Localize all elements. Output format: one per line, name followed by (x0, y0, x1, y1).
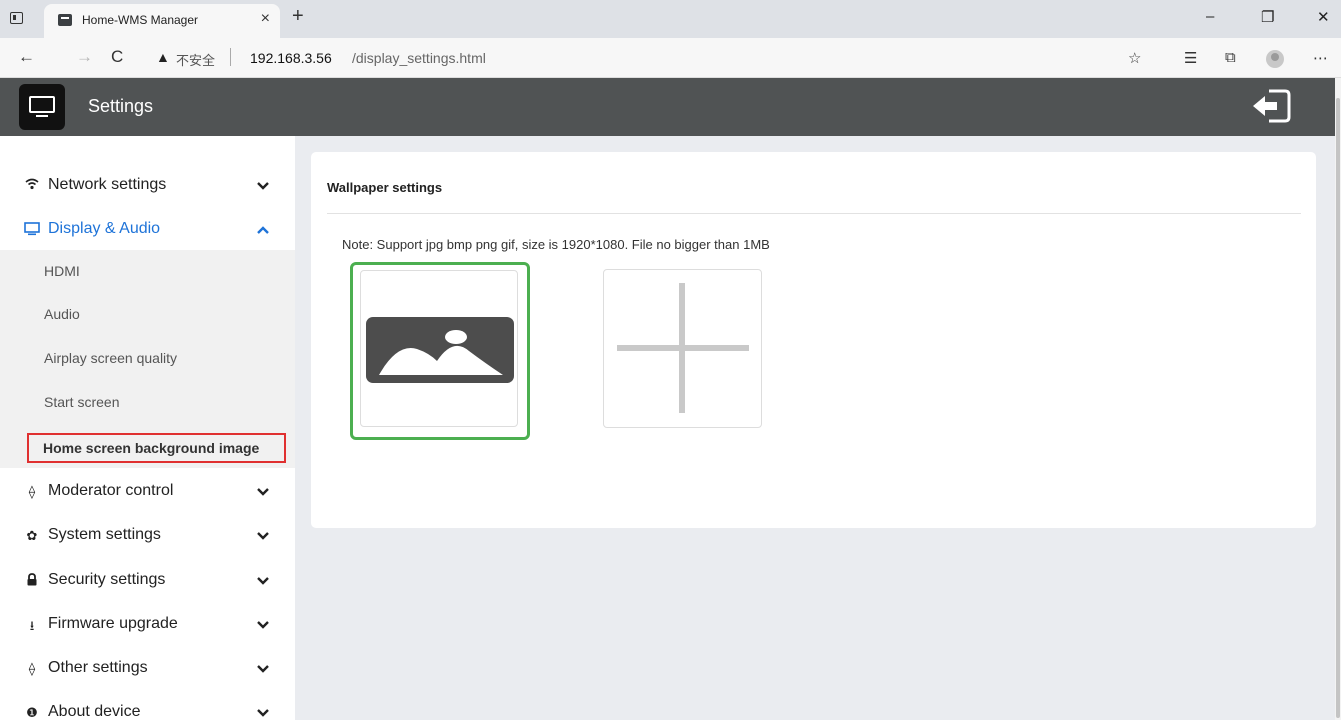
image-icon (360, 270, 518, 427)
screen-cast-icon (19, 84, 65, 130)
chevron-down-icon (257, 621, 269, 629)
profile-avatar[interactable] (1266, 50, 1284, 68)
sidebar-item-label: Network settings (48, 176, 167, 193)
add-wallpaper-button[interactable] (603, 269, 762, 428)
back-icon[interactable]: ← (18, 47, 35, 67)
divider (327, 213, 1301, 214)
sidebar-item-moderator-control[interactable]: ⟠ Moderator control (0, 477, 295, 507)
sidebar-item-label: Other settings (48, 659, 148, 676)
scrollbar-thumb[interactable] (1336, 98, 1340, 718)
chevron-down-icon (257, 665, 269, 673)
vertical-scrollbar[interactable] (1335, 78, 1341, 720)
app-header: Settings (0, 78, 1341, 136)
sidebar-item-label: System settings (48, 526, 161, 543)
sidebar-item-system-settings[interactable]: ✿ System settings (0, 521, 295, 551)
upload-icon: ⭳ (29, 618, 35, 633)
sidebar: Network settings Display & Audio HDMI Au… (0, 136, 295, 720)
chevron-up-icon (257, 226, 269, 234)
browser-tab-bar: Home-WMS Manager × + – ❐ ✕ (0, 0, 1341, 38)
tab-close-icon[interactable]: × (261, 10, 270, 28)
address-bar-row: ← → C ▲ 不安全 192.168.3.56 /display_settin… (0, 38, 1341, 78)
gear-icon: ✿ (26, 528, 38, 543)
warning-icon[interactable]: ▲ (156, 49, 170, 65)
submenu-item-label: Home screen background image (43, 440, 260, 456)
reload-icon[interactable]: C (111, 47, 123, 67)
insecure-label[interactable]: 不安全 (176, 50, 215, 69)
sidebar-item-other-settings[interactable]: ⟠ Other settings (0, 654, 295, 684)
collections-icon[interactable]: ⧉ (1225, 49, 1236, 66)
new-tab-button[interactable]: + (292, 6, 304, 26)
chevron-down-icon (257, 577, 269, 585)
card-title: Wallpaper settings (327, 180, 443, 195)
tab-actions-icon[interactable] (10, 12, 23, 24)
chevron-down-icon (257, 488, 269, 496)
info-icon: ❶ (26, 705, 38, 720)
restore-icon[interactable]: ❐ (1261, 8, 1274, 26)
sign-out-icon[interactable] (1251, 88, 1291, 124)
sidebar-item-security-settings[interactable]: Security settings (0, 566, 295, 596)
chevron-down-icon (257, 182, 269, 190)
sidebar-item-label: Display & Audio (48, 220, 161, 237)
upload-note: Note: Support jpg bmp png gif, size is 1… (342, 237, 770, 252)
sidebar-item-label: About device (48, 703, 141, 720)
favorites-list-icon[interactable]: ☰ (1184, 49, 1197, 67)
sidebar-item-network-settings[interactable]: Network settings (0, 171, 295, 201)
submenu-item-start-screen[interactable]: Start screen (44, 394, 119, 410)
sidebar-item-firmware-upgrade[interactable]: ⭳ Firmware upgrade (0, 610, 295, 640)
main-content: Wallpaper settings Note: Support jpg bmp… (295, 136, 1341, 720)
favicon-icon (58, 14, 72, 26)
close-window-icon[interactable]: ✕ (1317, 8, 1330, 26)
sidebar-item-label: Moderator control (48, 482, 174, 499)
submenu-item-home-background[interactable]: Home screen background image (27, 433, 286, 463)
diamond-icon: ⟠ (28, 484, 36, 499)
minimize-icon[interactable]: – (1206, 8, 1214, 25)
wifi-icon (24, 178, 40, 193)
browser-tab[interactable]: Home-WMS Manager × (44, 4, 280, 38)
url-separator (230, 48, 231, 66)
url-path[interactable]: /display_settings.html (352, 50, 486, 66)
submenu-item-airplay-quality[interactable]: Airplay screen quality (44, 350, 177, 366)
page-title: Settings (88, 96, 154, 116)
diamond-icon: ⟠ (28, 661, 36, 676)
forward-icon[interactable]: → (76, 47, 93, 67)
sidebar-item-about-device[interactable]: ❶ About device (0, 698, 295, 720)
wallpaper-card: Wallpaper settings Note: Support jpg bmp… (311, 152, 1316, 528)
monitor-icon (24, 222, 40, 239)
wallpaper-thumbnail-selected[interactable] (350, 262, 530, 440)
sidebar-item-label: Security settings (48, 571, 166, 588)
chevron-down-icon (257, 532, 269, 540)
submenu-item-hdmi[interactable]: HDMI (44, 263, 80, 279)
more-menu-icon[interactable]: ⋯ (1313, 49, 1328, 67)
submenu-item-audio[interactable]: Audio (44, 306, 80, 322)
lock-icon (24, 573, 40, 589)
sidebar-item-label: Firmware upgrade (48, 615, 178, 632)
favorite-star-icon[interactable]: ☆ (1128, 49, 1141, 67)
url-host[interactable]: 192.168.3.56 (250, 50, 332, 66)
tab-title: Home-WMS Manager (82, 13, 199, 27)
chevron-down-icon (257, 709, 269, 717)
sidebar-item-display-audio[interactable]: Display & Audio (0, 215, 295, 245)
